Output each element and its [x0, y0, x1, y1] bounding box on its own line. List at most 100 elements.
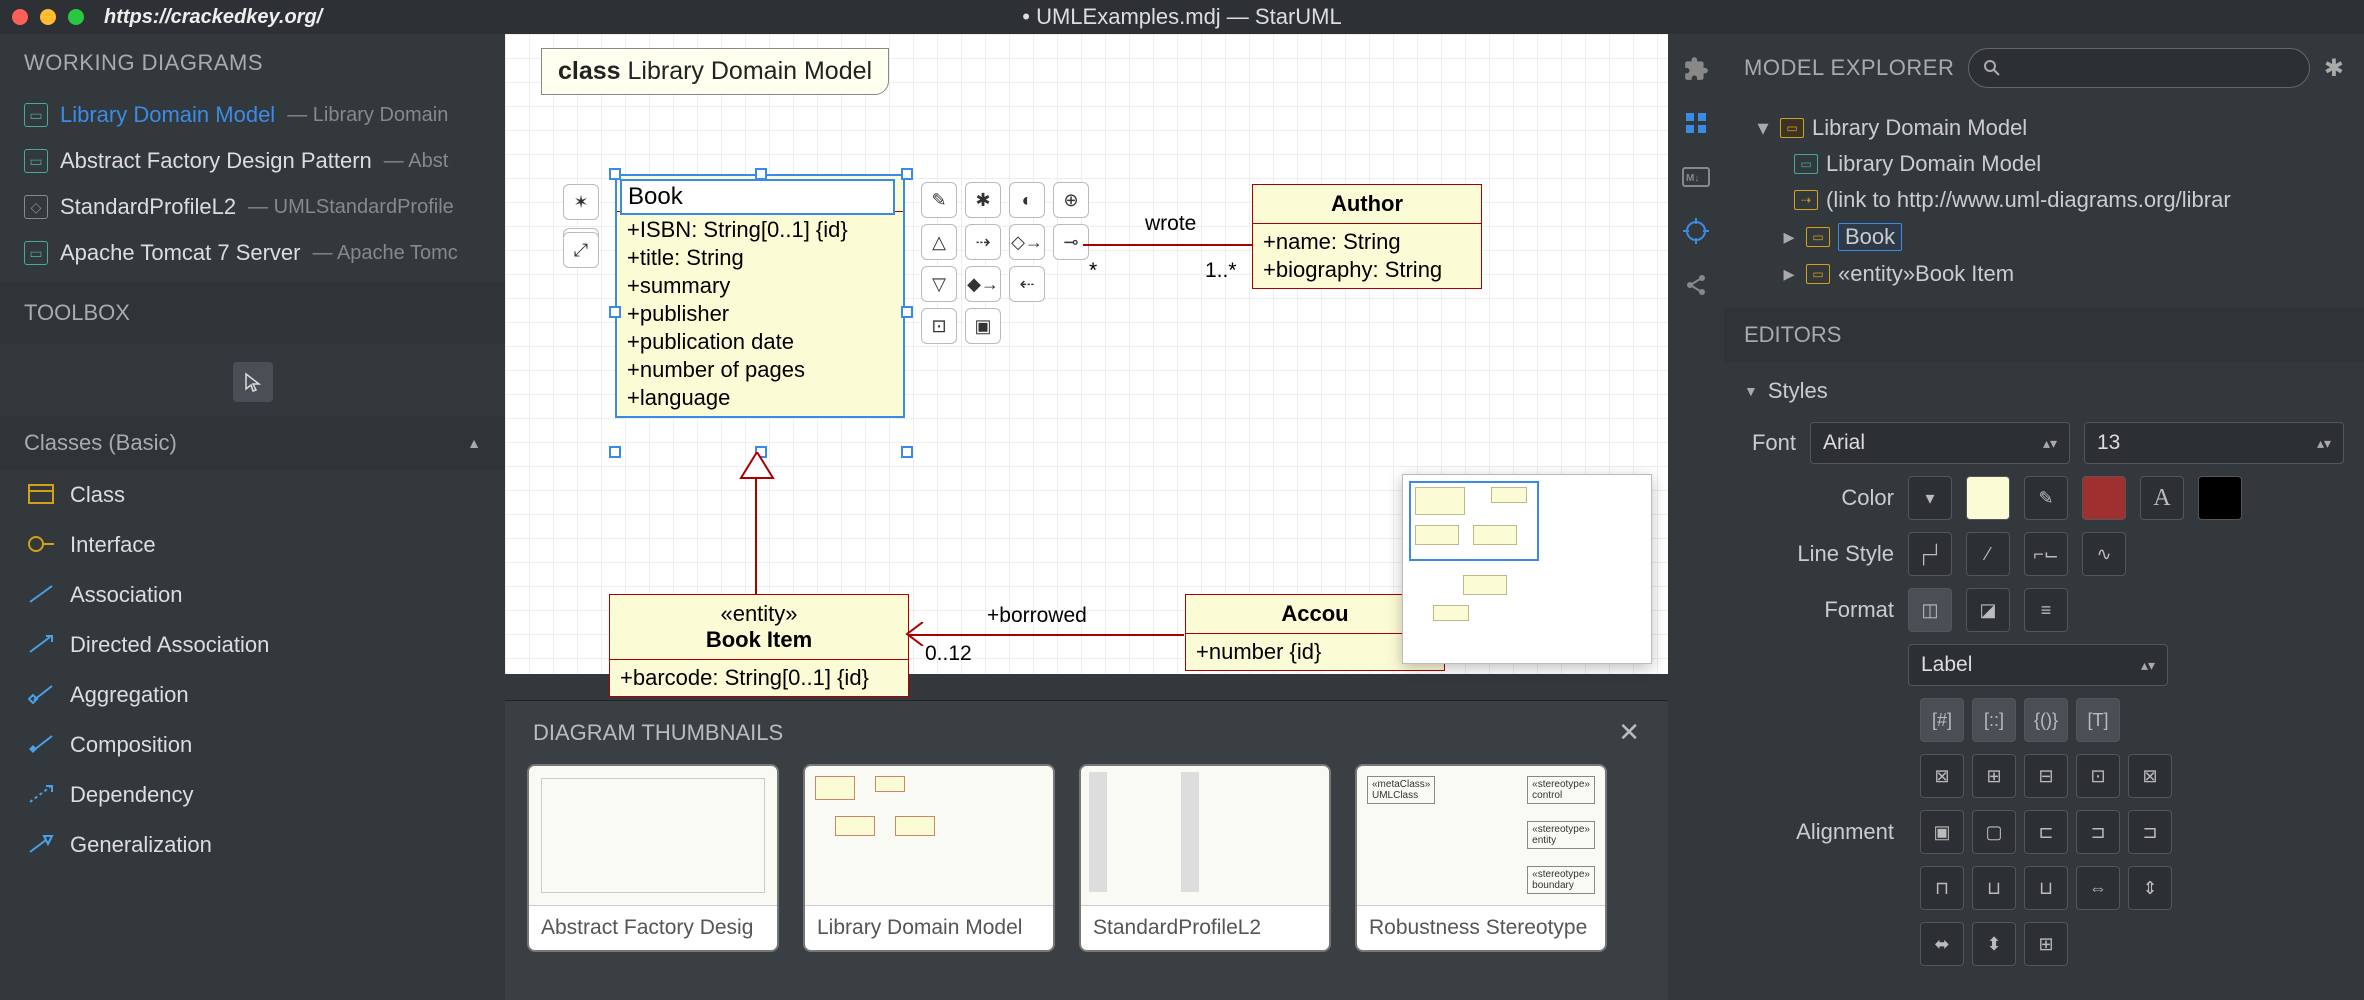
toolbox-directed-association[interactable]: Directed Association — [0, 620, 505, 670]
association-line[interactable] — [909, 634, 1184, 636]
grid-view-icon[interactable] — [1681, 108, 1711, 138]
text-color-swatch[interactable] — [2198, 476, 2242, 520]
quick-agg-button[interactable]: ◇→ — [1009, 224, 1045, 260]
selection-handle[interactable] — [901, 168, 913, 180]
thumbnail-item[interactable]: StandardProfileL2 — [1079, 764, 1331, 952]
align-bottom-button[interactable]: ⊔ — [2024, 866, 2068, 910]
caret-right-icon[interactable]: ▸ — [1780, 224, 1798, 250]
quick-port-button[interactable]: ▣ — [965, 308, 1001, 344]
font-family-select[interactable]: Arial▴▾ — [1810, 422, 2070, 464]
same-size-button[interactable]: ⊞ — [2024, 922, 2068, 966]
show-type-button[interactable]: {()} — [2024, 698, 2068, 742]
close-thumbnails-button[interactable]: ✕ — [1618, 717, 1640, 748]
thumbnail-item[interactable]: «metaClass»UMLClass «stereotype»control … — [1355, 764, 1607, 952]
selection-handle[interactable] — [901, 306, 913, 318]
align-middle-button[interactable]: ⊔ — [1972, 866, 2016, 910]
working-diagram-item[interactable]: ▭ Library Domain Model — Library Domain — [0, 92, 505, 138]
bring-front-button[interactable]: ▣ — [1920, 810, 1964, 854]
working-diagram-item[interactable]: ▭ Apache Tomcat 7 Server — Apache Tomc — [0, 230, 505, 276]
association-line[interactable] — [1083, 244, 1253, 246]
tree-item[interactable]: ▾ ▭ Library Domain Model — [1734, 110, 2354, 146]
uml-class-author[interactable]: Author +name: String +biography: String — [1252, 184, 1482, 289]
close-window-button[interactable] — [12, 9, 28, 25]
suppress-attr-button[interactable]: ⊠ — [1920, 754, 1964, 798]
format-list-button[interactable]: ≡ — [2024, 588, 2068, 632]
quick-interface-button[interactable]: ◐ — [1009, 182, 1045, 218]
quick-edit-button[interactable]: ✎ — [921, 182, 957, 218]
target-icon[interactable] — [1681, 216, 1711, 246]
font-size-select[interactable]: 13▴▾ — [2084, 422, 2344, 464]
quick-add-button[interactable]: ✶ — [563, 184, 599, 220]
toolbox-dependency[interactable]: Dependency — [0, 770, 505, 820]
thumbnail-item[interactable]: Abstract Factory Desig — [527, 764, 779, 952]
thumbnail-item[interactable]: Library Domain Model — [803, 764, 1055, 952]
toolbox-association[interactable]: Association — [0, 570, 505, 620]
quick-gen-down-button[interactable]: ▽ — [921, 266, 957, 302]
maximize-window-button[interactable] — [68, 9, 84, 25]
quick-required-button[interactable]: ⊸ — [1053, 224, 1089, 260]
show-visibility-button[interactable]: [#] — [1920, 698, 1964, 742]
model-search-input[interactable] — [1968, 48, 2310, 88]
quick-settings-button[interactable]: ✱ — [965, 182, 1001, 218]
tree-item[interactable]: ⇢ (link to http://www.uml-diagrams.org/l… — [1734, 182, 2354, 218]
tree-item[interactable]: ▸ ▭ Book — [1734, 218, 2354, 256]
selection-handle[interactable] — [609, 306, 621, 318]
toolbox-category[interactable]: Classes (Basic) ▲ — [0, 416, 505, 470]
quick-gen-up-button[interactable]: △ — [921, 224, 957, 260]
caret-down-icon[interactable]: ▾ — [1754, 115, 1772, 141]
tree-item[interactable]: ▸ ▭ «entity»Book Item — [1734, 256, 2354, 292]
line-color-icon[interactable]: ✎ — [2024, 476, 2068, 520]
minimap[interactable] — [1402, 474, 1652, 664]
text-color-icon[interactable]: A — [2140, 476, 2184, 520]
extensions-icon[interactable] — [1681, 54, 1711, 84]
class-name-edit[interactable] — [620, 179, 895, 215]
quick-dep-button[interactable]: ⇠ — [1009, 266, 1045, 302]
selection-handle[interactable] — [609, 446, 621, 458]
send-back-button[interactable]: ▢ — [1972, 810, 2016, 854]
quick-expand-button[interactable]: ⤢ — [563, 232, 599, 268]
format-auto-button[interactable]: ◫ — [1908, 588, 1952, 632]
toolbox-generalization[interactable]: Generalization — [0, 820, 505, 870]
quick-comp-button[interactable]: ◆→ — [965, 266, 1001, 302]
align-left-button[interactable]: ⊏ — [2024, 810, 2068, 854]
dist-v-button[interactable]: ⇕ — [2128, 866, 2172, 910]
fill-color-swatch[interactable] — [1966, 476, 2010, 520]
selection-handle[interactable] — [901, 446, 913, 458]
linestyle-curve-button[interactable]: ∿ — [2082, 532, 2126, 576]
show-multiplicity-button[interactable]: [T] — [2076, 698, 2120, 742]
settings-icon[interactable]: ✱ — [2324, 54, 2344, 83]
suppress-recp-button[interactable]: ⊟ — [2024, 754, 2068, 798]
toolbox-class[interactable]: Class — [0, 470, 505, 520]
quick-provided-button[interactable]: ⊕ — [1053, 182, 1089, 218]
align-center-button[interactable]: ⊐ — [2076, 810, 2120, 854]
uml-class-bookitem[interactable]: «entity» Book Item +barcode: String[0..1… — [609, 594, 909, 697]
dist-h-button[interactable]: ⇔ — [2076, 866, 2120, 910]
linestyle-rect-button[interactable]: ┌┘ — [1908, 532, 1952, 576]
toolbox-composition[interactable]: Composition — [0, 720, 505, 770]
format-select[interactable]: Label▴▾ — [1908, 644, 2168, 686]
same-height-button[interactable]: ⬍ — [1972, 922, 2016, 966]
align-top-button[interactable]: ⊓ — [1920, 866, 1964, 910]
toolbox-interface[interactable]: Interface — [0, 520, 505, 570]
quick-assoc-button[interactable]: ⇢ — [965, 224, 1001, 260]
share-icon[interactable] — [1681, 270, 1711, 300]
format-shadow-button[interactable]: ◪ — [1966, 588, 2010, 632]
show-namespace-button[interactable]: [::] — [1972, 698, 2016, 742]
linestyle-oblique-button[interactable]: ⁄ — [1966, 532, 2010, 576]
fill-color-icon[interactable]: ▾ — [1908, 476, 1952, 520]
diagram-canvas[interactable]: class Library Domain Model +ISBN: String… — [505, 34, 1668, 674]
quick-nested-button[interactable]: ⊡ — [921, 308, 957, 344]
same-width-button[interactable]: ⬌ — [1920, 922, 1964, 966]
generalization-line[interactable] — [755, 478, 757, 598]
working-diagram-item[interactable]: ▭ Abstract Factory Design Pattern — Abst — [0, 138, 505, 184]
align-right-button[interactable]: ⊐ — [2128, 810, 2172, 854]
line-color-swatch[interactable] — [2082, 476, 2126, 520]
suppress-lit-button[interactable]: ⊡ — [2076, 754, 2120, 798]
minimize-window-button[interactable] — [40, 9, 56, 25]
linestyle-rounded-button[interactable]: ⌐⌙ — [2024, 532, 2068, 576]
working-diagram-item[interactable]: ◇ StandardProfileL2 — UMLStandardProfile — [0, 184, 505, 230]
tree-item[interactable]: ▭ Library Domain Model — [1734, 146, 2354, 182]
styles-section-header[interactable]: ▼ Styles — [1744, 372, 2344, 416]
toolbox-aggregation[interactable]: Aggregation — [0, 670, 505, 720]
suppress-misc-button[interactable]: ⊠ — [2128, 754, 2172, 798]
